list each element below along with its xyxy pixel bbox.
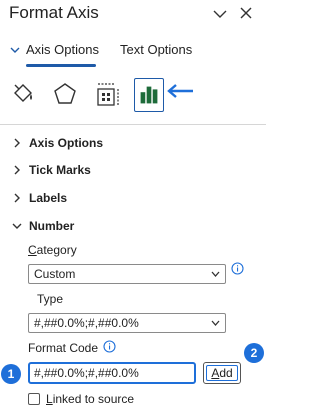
section-label: Labels bbox=[29, 191, 68, 205]
divider bbox=[0, 124, 266, 125]
section-labels[interactable]: Labels bbox=[12, 191, 67, 207]
format-code-input[interactable]: #,##0.0%;#,##0.0% bbox=[28, 362, 196, 384]
section-label: Tick Marks bbox=[29, 163, 91, 177]
format-code-label: Format Code bbox=[28, 341, 99, 355]
chevron-down-icon[interactable] bbox=[212, 7, 228, 21]
access-key: C bbox=[28, 243, 37, 257]
category-label: Category bbox=[28, 243, 77, 257]
effects-icon[interactable] bbox=[50, 78, 80, 112]
size-properties-icon[interactable] bbox=[92, 78, 122, 112]
chevron-down-icon bbox=[10, 47, 20, 53]
select-value: #,##0.0%;#,##0.0% bbox=[34, 316, 139, 330]
type-label: Type bbox=[37, 292, 64, 306]
close-icon[interactable] bbox=[239, 6, 253, 20]
chevron-down-icon bbox=[211, 271, 220, 277]
tab-axis-options[interactable]: Axis Options bbox=[26, 42, 99, 57]
access-key: L bbox=[46, 392, 53, 406]
active-tab-indicator bbox=[26, 64, 96, 67]
fill-line-icon[interactable] bbox=[8, 78, 38, 112]
label-text: inked to source bbox=[52, 392, 135, 406]
chevron-down-icon bbox=[12, 223, 22, 229]
section-tick-marks[interactable]: Tick Marks bbox=[12, 163, 91, 179]
linked-to-source-label: Linked to source bbox=[46, 392, 134, 406]
chevron-right-icon bbox=[14, 138, 20, 148]
section-axis-options[interactable]: Axis Options bbox=[12, 136, 103, 152]
section-number[interactable]: Number bbox=[12, 219, 74, 235]
add-button[interactable]: Add bbox=[203, 362, 241, 384]
chevron-right-icon bbox=[14, 165, 20, 175]
tab-bar: Axis Options Text Options bbox=[0, 38, 266, 67]
chevron-right-icon bbox=[14, 193, 20, 203]
select-value: Custom bbox=[34, 267, 76, 281]
pane-title: Format Axis bbox=[9, 3, 99, 22]
chevron-down-icon bbox=[211, 320, 220, 326]
arrow-left-icon bbox=[167, 84, 193, 98]
linked-to-source-checkbox[interactable] bbox=[28, 393, 40, 405]
section-label: Axis Options bbox=[29, 136, 104, 150]
callout-badge-2: 2 bbox=[244, 343, 264, 363]
info-icon[interactable] bbox=[231, 262, 244, 275]
label-text: ategory bbox=[36, 243, 77, 257]
callout-badge-1: 1 bbox=[1, 364, 21, 384]
axis-options-icon[interactable] bbox=[134, 78, 164, 112]
category-select[interactable]: Custom bbox=[28, 264, 226, 284]
info-icon[interactable] bbox=[103, 340, 116, 353]
button-text: dd bbox=[219, 366, 233, 380]
title-bar: Format Axis bbox=[0, 0, 266, 30]
section-label: Number bbox=[29, 219, 75, 233]
tab-text-options[interactable]: Text Options bbox=[120, 42, 192, 57]
type-select[interactable]: #,##0.0%;#,##0.0% bbox=[28, 313, 226, 333]
access-key: A bbox=[211, 366, 220, 380]
